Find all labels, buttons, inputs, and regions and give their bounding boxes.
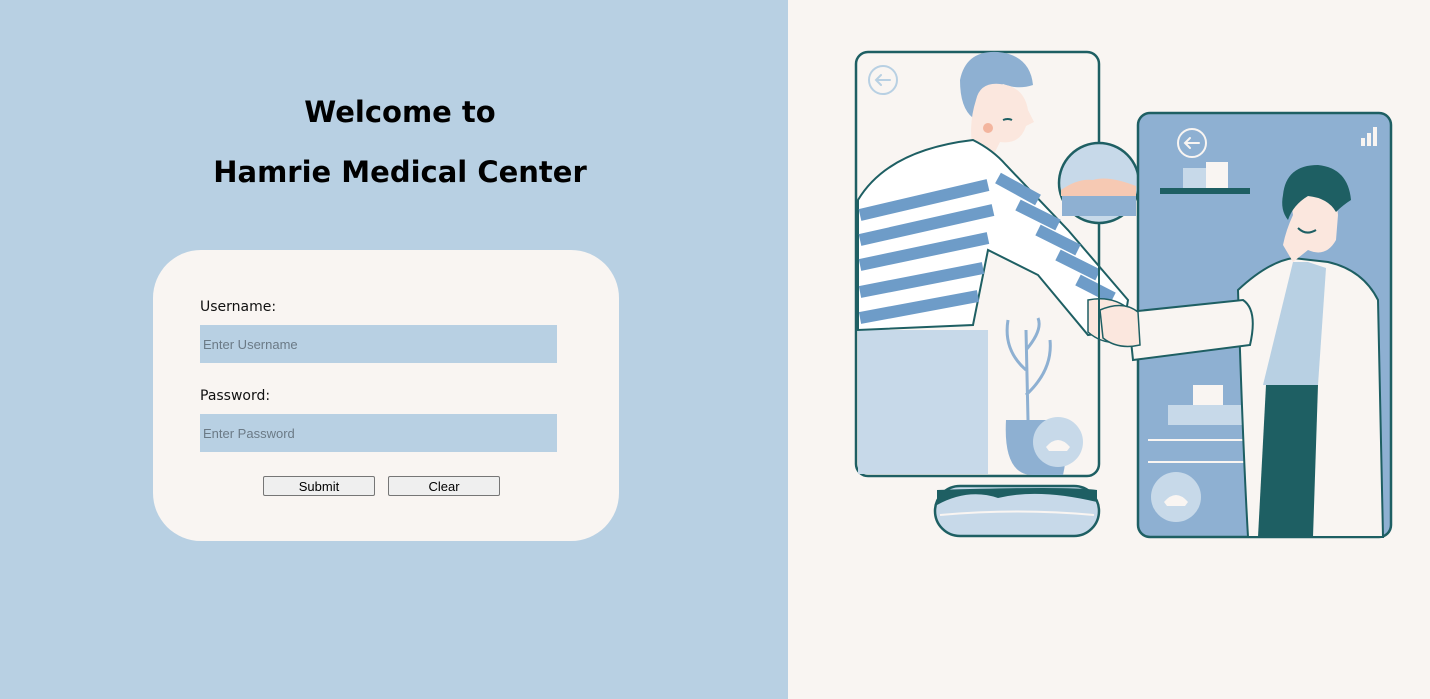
bottom-pill	[933, 484, 1101, 538]
clear-button[interactable]: Clear	[388, 476, 500, 496]
login-form: Username: Password: Submit Clear	[153, 250, 619, 541]
center-name-heading: Hamrie Medical Center	[213, 155, 587, 189]
welcome-heading: Welcome to	[304, 95, 496, 129]
username-input[interactable]	[200, 325, 557, 363]
submit-button[interactable]: Submit	[263, 476, 375, 496]
illustration-panel	[788, 0, 1430, 699]
handshake-illustration	[854, 50, 1393, 539]
login-panel: Welcome to Hamrie Medical Center Usernam…	[0, 0, 788, 699]
username-label: Username:	[200, 299, 277, 315]
password-input[interactable]	[200, 414, 557, 452]
password-label: Password:	[200, 388, 271, 404]
